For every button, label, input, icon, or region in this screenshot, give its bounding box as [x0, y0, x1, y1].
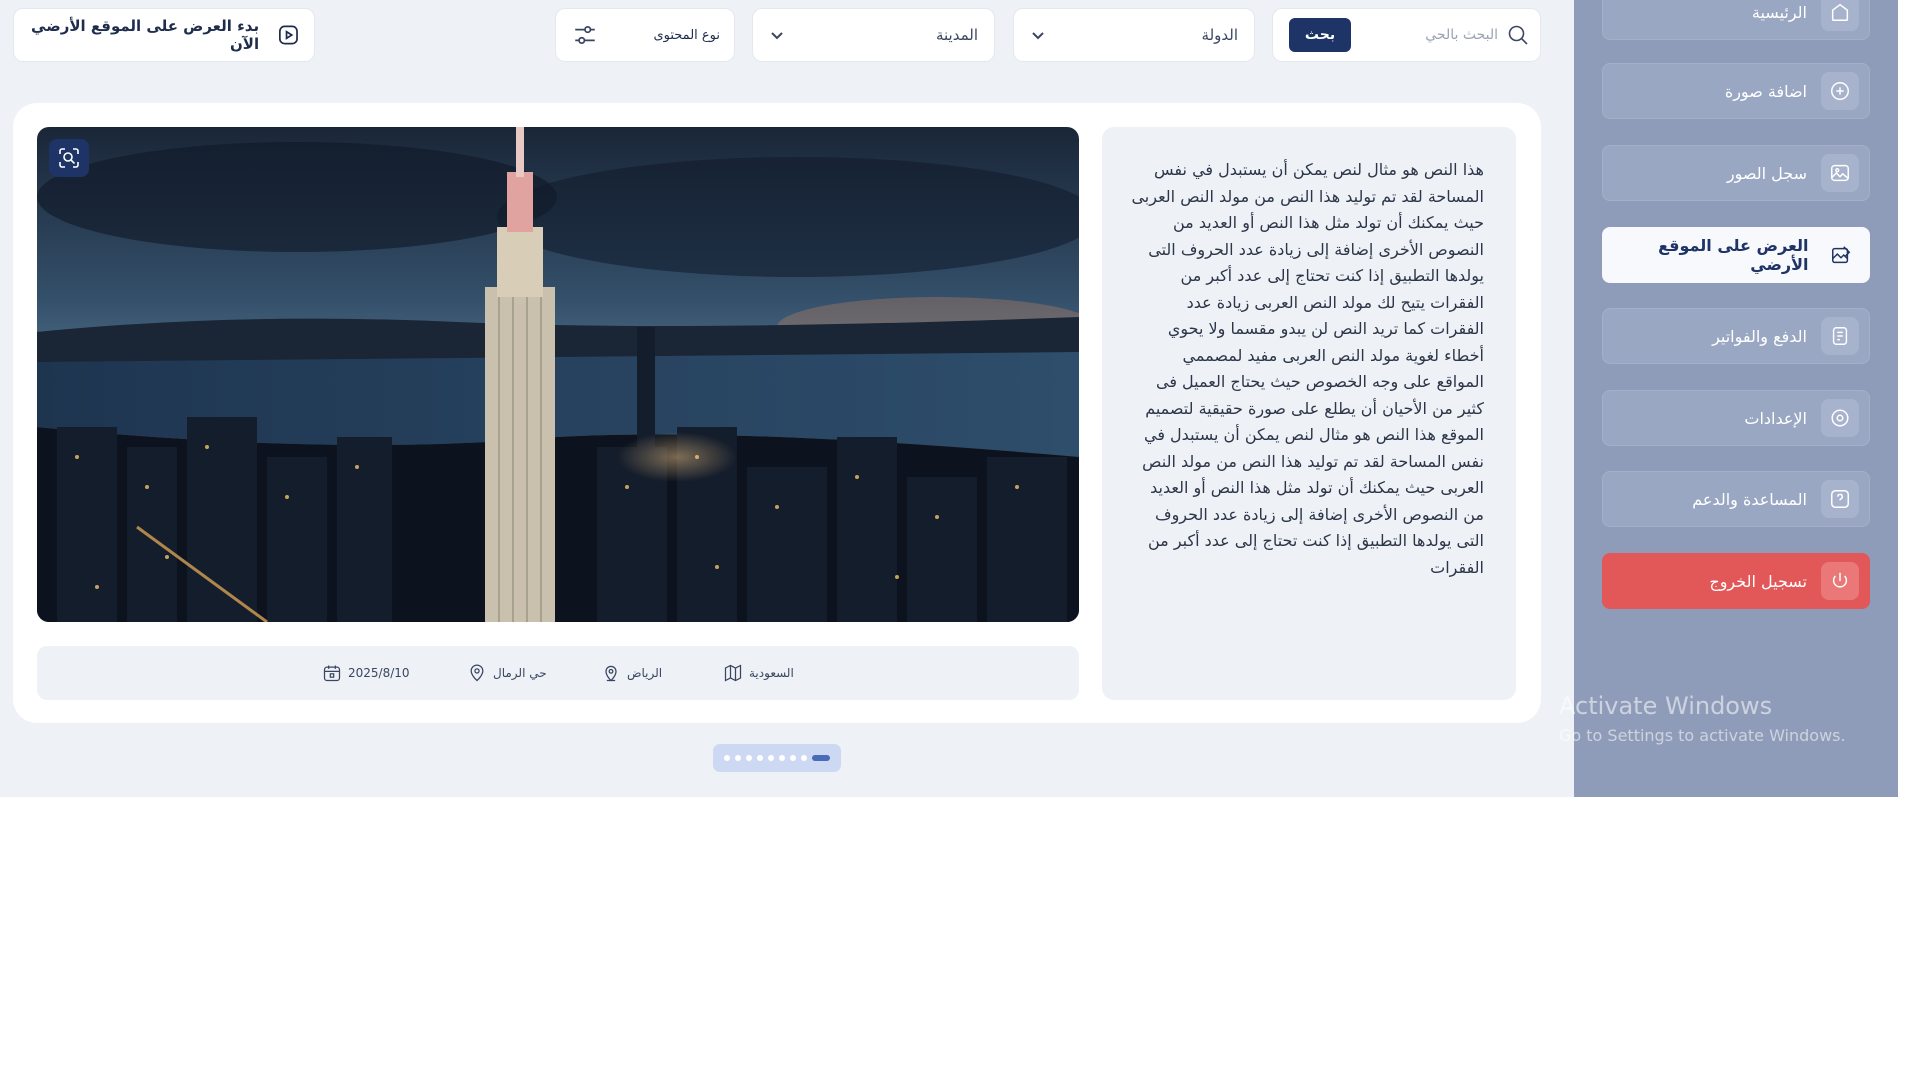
sidebar-item-image-log[interactable]: سجل الصور [1602, 145, 1870, 201]
sidebar-item-label: الرئيسية [1751, 2, 1807, 22]
city-select[interactable]: المدينة [752, 8, 995, 62]
search-icon [1508, 25, 1528, 45]
sidebar-item-label: اضافة صورة [1724, 81, 1807, 101]
sidebar-item-label: العرض على الموقع الأرضي [1658, 236, 1809, 274]
sidebar-item-label: الدفع والفواتير [1712, 326, 1807, 346]
location-icon [470, 664, 484, 682]
pagination-dot[interactable] [801, 755, 807, 761]
pagination-dot[interactable] [757, 755, 763, 761]
play-square-icon [279, 25, 298, 45]
pagination-dot-active[interactable] [812, 755, 830, 761]
watermark-subtitle: Go to Settings to activate Windows. [1559, 726, 1846, 745]
help-icon [1821, 480, 1859, 518]
gallery-icon [1821, 154, 1859, 192]
country-select[interactable]: الدولة [1013, 8, 1255, 62]
description-panel: هذا النص هو مثال لنص يمكن أن يستبدل في ن… [1102, 127, 1516, 700]
chevron-down-icon [1032, 32, 1044, 40]
start-display-label: بدء العرض على الموقع الأرضي الآن [31, 17, 260, 53]
image-edit-icon [1823, 236, 1859, 274]
country-select-value: الدولة [1201, 26, 1238, 44]
plus-circle-icon [1821, 72, 1859, 110]
pagination-dot[interactable] [790, 755, 796, 761]
location-pin-icon [605, 665, 617, 682]
meta-country-text: السعودية [749, 666, 794, 680]
pagination-dot[interactable] [779, 755, 785, 761]
post-image[interactable] [37, 127, 1079, 622]
power-icon [1821, 562, 1859, 600]
logout-button[interactable]: تسجيل الخروج [1602, 553, 1870, 609]
sidebar: الرئيسية اضافة صورة سجل الصور العرض على … [1559, 0, 1898, 797]
meta-country: السعودية [723, 646, 794, 700]
sidebar-item-add-image[interactable]: اضافة صورة [1602, 63, 1870, 119]
sidebar-item-payments[interactable]: الدفع والفواتير [1602, 308, 1870, 364]
post-card: هذا النص هو مثال لنص يمكن أن يستبدل في ن… [13, 103, 1541, 723]
meta-city: الرياض [601, 646, 662, 700]
zoom-button[interactable] [49, 139, 89, 177]
meta-date-text: 2025/8/10 [348, 666, 410, 680]
logout-label: تسجيل الخروج [1709, 571, 1807, 591]
sidebar-item-help[interactable]: المساعدة والدعم [1602, 471, 1870, 527]
meta-city-text: الرياض [627, 666, 663, 680]
content-type-filter[interactable]: نوع المحتوى [555, 8, 735, 62]
zoom-scan-icon [59, 148, 79, 168]
post-description: هذا النص هو مثال لنص يمكن أن يستبدل في ن… [1131, 160, 1484, 577]
pagination-dot[interactable] [724, 755, 730, 761]
meta-date: 2025/8/10 [322, 646, 410, 700]
watermark-title: Activate Windows [1559, 692, 1773, 720]
sidebar-item-settings[interactable]: الإعدادات [1602, 390, 1870, 446]
map-icon [724, 664, 742, 682]
start-display-button[interactable]: بدء العرض على الموقع الأرضي الآن [13, 8, 315, 62]
post-meta: السعودية الرياض حي الرمال 2025/8/10 [37, 646, 1079, 700]
app-container: بحث الدولة المدينة نوع المحتوى بدء العرض… [0, 0, 1898, 797]
sidebar-item-label: سجل الصور [1726, 163, 1807, 183]
sidebar-item-ground-display[interactable]: العرض على الموقع الأرضي [1602, 227, 1870, 283]
pagination-dot[interactable] [768, 755, 774, 761]
settings-icon [1821, 399, 1859, 437]
content-type-value: نوع المحتوى [653, 27, 720, 43]
windows-watermark: Activate Windows Go to Settings to activ… [1559, 692, 1846, 745]
meta-district-text: حي الرمال [493, 666, 547, 680]
pagination-dot[interactable] [746, 755, 752, 761]
chevron-down-icon [771, 32, 783, 40]
city-night-photo [37, 127, 1079, 622]
pagination-dot[interactable] [735, 755, 741, 761]
sidebar-item-home[interactable]: الرئيسية [1602, 0, 1870, 40]
home-icon [1821, 0, 1859, 31]
sidebar-item-label: الإعدادات [1744, 408, 1807, 428]
invoice-icon [1821, 317, 1859, 355]
city-select-value: المدينة [935, 26, 978, 44]
sidebar-item-label: المساعدة والدعم [1692, 489, 1807, 509]
search-bar: بحث [1272, 8, 1541, 62]
filter-sliders-icon [575, 26, 595, 44]
calendar-icon [323, 665, 341, 682]
pagination [713, 744, 841, 772]
search-input[interactable] [1378, 27, 1498, 43]
meta-district: حي الرمال [467, 646, 547, 700]
search-button[interactable]: بحث [1289, 18, 1351, 52]
